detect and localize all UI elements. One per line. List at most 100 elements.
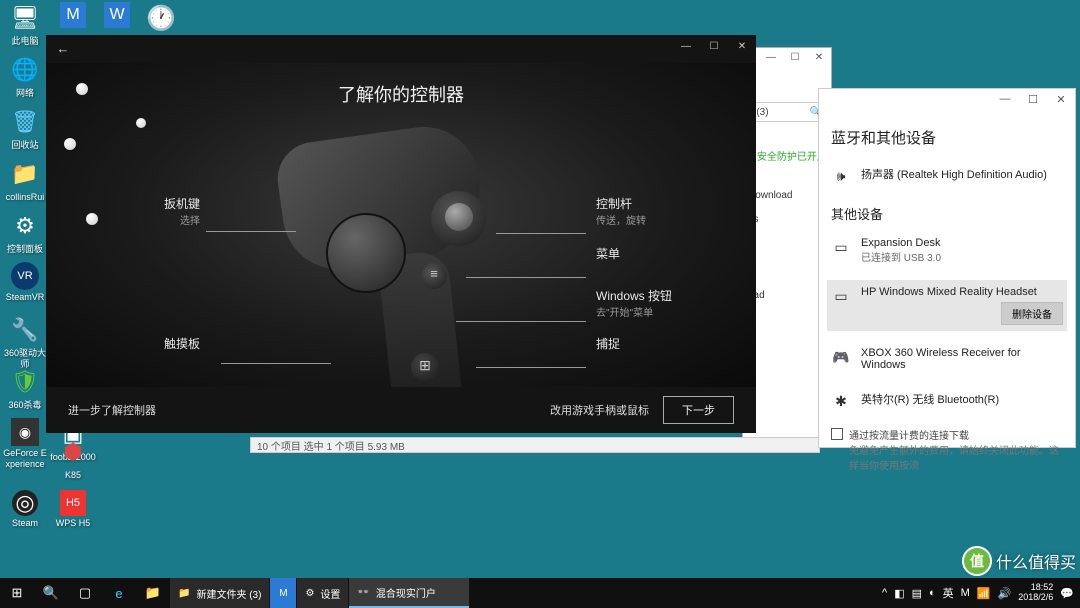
watermark-badge: 值 (962, 546, 992, 576)
gear-icon: ⚙ (9, 210, 41, 242)
annot-stick: 控制杆传送，旋转 (596, 195, 646, 227)
device-row-audio[interactable]: 🕪 扬声器 (Realtek High Definition Audio) (831, 162, 1063, 190)
drive-icon: ▭ (831, 237, 851, 257)
taskbar[interactable]: ⊞ 🔍 ▢ e 📁 📁新建文件夹 (3) M ⚙设置 👓混合现实门户 ^ ◧ ▤… (0, 578, 1080, 608)
tray-icon[interactable]: ◐ (929, 587, 936, 599)
controller-diagram (46, 63, 756, 387)
desktop-icon-clock[interactable]: 🕐 (138, 2, 184, 36)
controller-thumbstick (445, 203, 473, 231)
checkbox-icon[interactable] (831, 428, 843, 440)
vr-icon: VR (11, 262, 39, 290)
desktop-icon-k85b[interactable]: ⬢K85 (50, 436, 96, 481)
close-icon[interactable]: ✕ (728, 35, 756, 57)
ime-icon[interactable]: M (961, 587, 970, 599)
geforce-icon: ◉ (11, 418, 39, 446)
watermark-text: 什么值得买 (996, 549, 1076, 573)
desktop-icon-driver[interactable]: 🔧360驱动大师 (2, 314, 48, 370)
recycle-icon: 🗑 (9, 106, 41, 138)
taskbar-item-maxthon[interactable]: M (270, 578, 296, 608)
shield-icon: 🛡 (9, 366, 41, 398)
mixed-reality-window[interactable]: ← — ☐ ✕ 了解你的控制器 扳机键选择 触摸 (46, 35, 756, 433)
speaker-icon: 🕪 (831, 166, 851, 186)
desktop-icon-user[interactable]: 📁collinsRui (2, 158, 48, 203)
device-row-selected[interactable]: ▭ HP Windows Mixed Reality Headset 删除设备 (827, 280, 1067, 331)
close-icon[interactable]: ✕ (1047, 89, 1075, 109)
annot-trigger: 扳机键选择 (164, 195, 200, 227)
annot-menu: 菜单 (596, 245, 620, 262)
desktop-icon-control[interactable]: ⚙控制面板 (2, 210, 48, 255)
desktop-icon-network[interactable]: 🌐网络 (2, 54, 48, 99)
tray-icon[interactable]: ◧ (894, 587, 904, 600)
section-other-devices: 其他设备 (831, 204, 1063, 223)
taskbar-item-folder[interactable]: 📁新建文件夹 (3) (170, 578, 269, 608)
hex-icon: ⬢ (57, 436, 89, 468)
clock-icon: 🕐 (145, 2, 177, 34)
tray-icon[interactable]: ▤ (912, 587, 922, 600)
headset-icon: ▭ (831, 286, 851, 306)
taskbar-item-mrportal[interactable]: 👓混合现实门户 (349, 578, 469, 608)
edge-button[interactable]: e (102, 578, 136, 608)
wrench-icon: 🔧 (9, 314, 41, 346)
folder-icon: 📁 (9, 158, 41, 190)
desktop-icon-wps[interactable]: H5WPS H5 (50, 490, 96, 529)
w-icon: W (104, 2, 130, 28)
desktop-icon-w[interactable]: W (94, 2, 140, 30)
device-row[interactable]: ✱ 英特尔(R) 无线 Bluetooth(R) (831, 387, 1063, 415)
network-icon: 🌐 (9, 54, 41, 86)
mr-title: 了解你的控制器 (46, 81, 756, 107)
clock[interactable]: 18:52 2018/2/6 (1018, 583, 1053, 603)
maximize-icon[interactable]: ☐ (700, 35, 728, 57)
minimize-icon[interactable]: — (991, 89, 1019, 109)
device-row[interactable]: 🎮 XBOX 360 Wireless Receiver for Windows (831, 343, 1063, 375)
folder-icon: 📁 (178, 588, 190, 599)
explorer-statusbar: 10 个项目 选中 1 个项目 5.93 MB (250, 437, 820, 453)
wps-icon: H5 (60, 490, 86, 516)
desktop-icon-gf[interactable]: ◉GeForce Experience (2, 418, 48, 470)
desktop-icon-recycle[interactable]: 🗑回收站 (2, 106, 48, 151)
ime-icon[interactable]: 英 (943, 585, 954, 601)
wifi-icon[interactable]: 📶 (977, 587, 991, 600)
alt-input-link[interactable]: 改用游戏手柄或鼠标 (550, 402, 649, 418)
gear-icon: ⚙ (305, 588, 314, 599)
desktop-icon-steamvr[interactable]: VRSteamVR (2, 262, 48, 303)
annot-windows: Windows 按钮去"开始"菜单 (596, 287, 672, 319)
volume-icon[interactable]: 🔊 (998, 587, 1012, 600)
desktop-icon-antivirus[interactable]: 🛡360杀毒 (2, 366, 48, 411)
controller-windows-button (411, 353, 439, 381)
next-button[interactable]: 下一步 (663, 396, 734, 424)
settings-title: 蓝牙和其他设备 (831, 127, 1063, 148)
back-button[interactable]: ← (46, 35, 80, 61)
minimize-icon[interactable]: — (672, 35, 700, 57)
controller-touchpad (326, 213, 406, 293)
headset-icon: 👓 (357, 587, 369, 598)
annot-touchpad: 触摸板 (164, 335, 200, 352)
taskview-button[interactable]: ▢ (68, 578, 102, 608)
settings-window[interactable]: — ☐ ✕ 蓝牙和其他设备 🕪 扬声器 (Realtek High Defini… (818, 88, 1076, 448)
maxthon-icon: M (60, 2, 86, 28)
chevron-up-icon[interactable]: ^ (882, 587, 887, 599)
device-row[interactable]: ▭ Expansion Desk已连接到 USB 3.0 (831, 233, 1063, 268)
start-button[interactable]: ⊞ (0, 578, 34, 608)
watermark: 值 什么值得买 (962, 546, 1076, 576)
minimize-icon[interactable]: — (759, 48, 783, 66)
notification-icon[interactable]: 💬 (1060, 587, 1074, 600)
metered-note: 通过按流量计费的连接下载 免避免产生额外的费用，请始终关闭此功能。这样当你使用按… (831, 427, 1063, 472)
search-button[interactable]: 🔍 (34, 578, 68, 608)
desktop-icon-steam[interactable]: ◎Steam (2, 490, 48, 529)
desktop-icon-thispc[interactable]: 🖥此电脑 (2, 2, 48, 47)
close-icon[interactable]: ✕ (807, 48, 831, 66)
maximize-icon[interactable]: ☐ (1019, 89, 1047, 109)
learn-more-link[interactable]: 进一步了解控制器 (68, 402, 156, 418)
desktop-icon-maxthon[interactable]: M (50, 2, 96, 30)
security-status: ● 安全防护已开启 (748, 148, 827, 163)
gamepad-icon: 🎮 (831, 347, 851, 367)
maxthon-icon: M (279, 588, 287, 599)
explorer-button[interactable]: 📁 (136, 578, 170, 608)
pc-icon: 🖥 (9, 2, 41, 34)
tray[interactable]: ^ ◧ ▤ ◐ 英 M 📶 🔊 18:52 2018/2/6 💬 (882, 583, 1080, 603)
remove-device-button[interactable]: 删除设备 (1001, 302, 1063, 325)
controller-menu-button (421, 263, 447, 289)
taskbar-item-settings[interactable]: ⚙设置 (297, 578, 348, 608)
maximize-icon[interactable]: ☐ (783, 48, 807, 66)
annot-grab: 捕捉 (596, 335, 620, 352)
